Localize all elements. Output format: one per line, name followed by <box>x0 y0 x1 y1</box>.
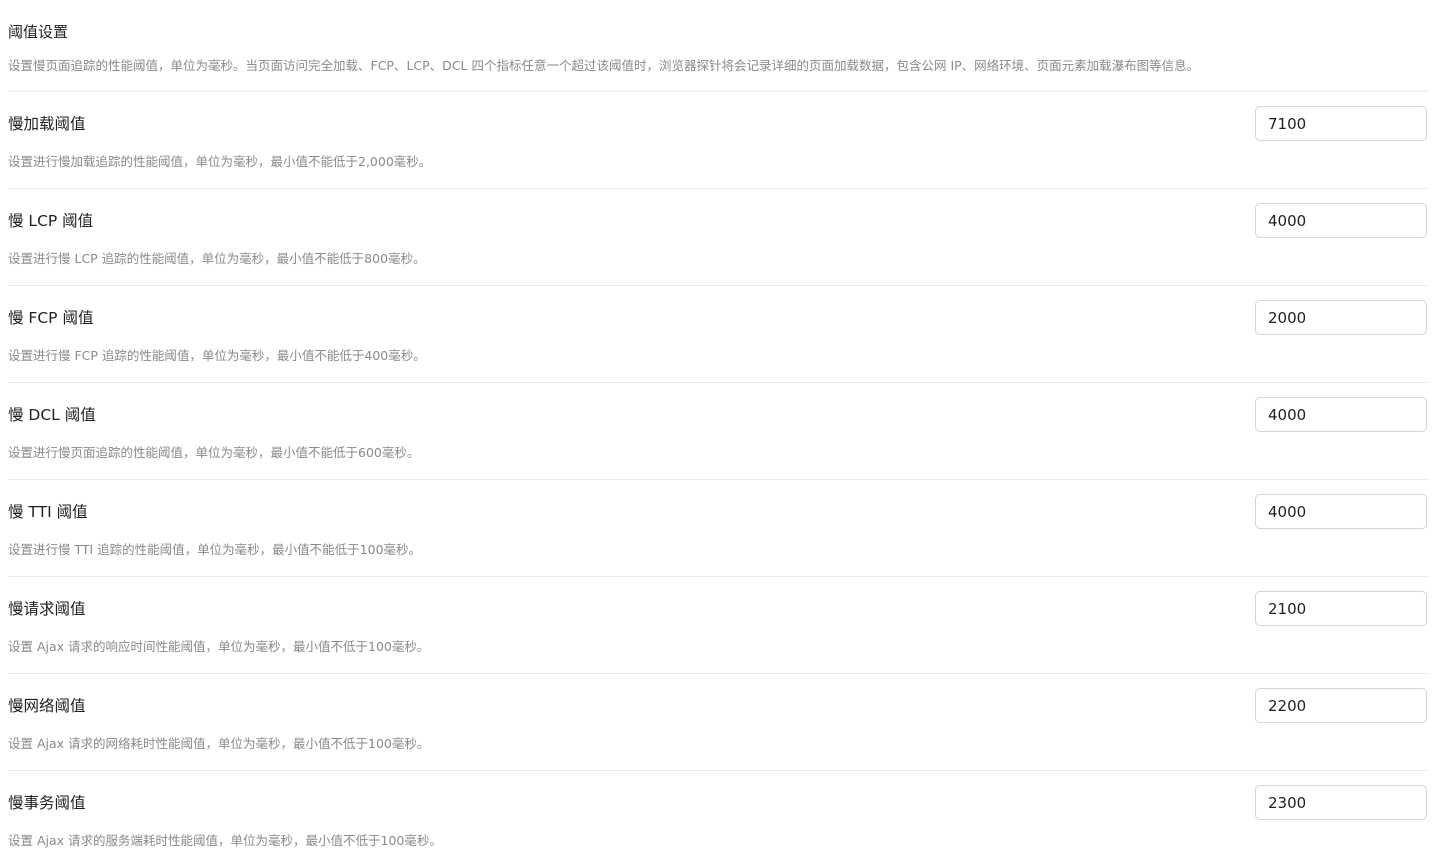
slow-request-threshold-input[interactable] <box>1255 591 1427 626</box>
slow-request-threshold-description: 设置 Ajax 请求的响应时间性能阈值，单位为毫秒，最小值不低于100毫秒。 <box>8 639 430 654</box>
slow-load-threshold-row: 慢加载阈值 设置进行慢加载追踪的性能阈值，单位为毫秒，最小值不能低于2,000毫… <box>8 92 1428 189</box>
slow-tti-threshold-row: 慢 TTI 阈值 设置进行慢 TTI 追踪的性能阈值，单位为毫秒，最小值不能低于… <box>8 480 1428 577</box>
slow-network-threshold-row: 慢网络阈值 设置 Ajax 请求的网络耗时性能阈值，单位为毫秒，最小值不低于10… <box>8 674 1428 771</box>
slow-dcl-threshold-input[interactable] <box>1255 397 1427 432</box>
section-description: 设置慢页面追踪的性能阈值，单位为毫秒。当页面访问完全加载、FCP、LCP、DCL… <box>8 58 1200 73</box>
slow-network-threshold-description: 设置 Ajax 请求的网络耗时性能阈值，单位为毫秒，最小值不低于100毫秒。 <box>8 736 430 751</box>
slow-request-threshold-row: 慢请求阈值 设置 Ajax 请求的响应时间性能阈值，单位为毫秒，最小值不低于10… <box>8 577 1428 674</box>
slow-transaction-threshold-row: 慢事务阈值 设置 Ajax 请求的服务端耗时性能阈值，单位为毫秒，最小值不低于1… <box>8 771 1428 868</box>
slow-dcl-threshold-label: 慢 DCL 阈值 <box>8 406 96 424</box>
slow-transaction-threshold-input[interactable] <box>1255 785 1427 820</box>
slow-dcl-threshold-row: 慢 DCL 阈值 设置进行慢页面追踪的性能阈值，单位为毫秒，最小值不能低于600… <box>8 383 1428 480</box>
slow-load-threshold-label: 慢加载阈值 <box>8 115 86 133</box>
threshold-settings-header: 阈值设置 设置慢页面追踪的性能阈值，单位为毫秒。当页面访问完全加载、FCP、LC… <box>8 0 1428 92</box>
slow-network-threshold-label: 慢网络阈值 <box>8 697 86 715</box>
slow-network-threshold-input[interactable] <box>1255 688 1427 723</box>
slow-fcp-threshold-row: 慢 FCP 阈值 设置进行慢 FCP 追踪的性能阈值，单位为毫秒，最小值不能低于… <box>8 286 1428 383</box>
slow-request-threshold-label: 慢请求阈值 <box>8 600 86 618</box>
slow-load-threshold-description: 设置进行慢加载追踪的性能阈值，单位为毫秒，最小值不能低于2,000毫秒。 <box>8 154 432 169</box>
slow-transaction-threshold-label: 慢事务阈值 <box>8 794 86 812</box>
slow-lcp-threshold-description: 设置进行慢 LCP 追踪的性能阈值，单位为毫秒，最小值不能低于800毫秒。 <box>8 251 426 266</box>
slow-tti-threshold-input[interactable] <box>1255 494 1427 529</box>
slow-lcp-threshold-row: 慢 LCP 阈值 设置进行慢 LCP 追踪的性能阈值，单位为毫秒，最小值不能低于… <box>8 189 1428 286</box>
slow-transaction-threshold-description: 设置 Ajax 请求的服务端耗时性能阈值，单位为毫秒，最小值不低于100毫秒。 <box>8 833 442 848</box>
slow-fcp-threshold-input[interactable] <box>1255 300 1427 335</box>
slow-fcp-threshold-label: 慢 FCP 阈值 <box>8 309 94 327</box>
slow-lcp-threshold-input[interactable] <box>1255 203 1427 238</box>
slow-tti-threshold-description: 设置进行慢 TTI 追踪的性能阈值，单位为毫秒，最小值不能低于100毫秒。 <box>8 542 422 557</box>
slow-load-threshold-input[interactable] <box>1255 106 1427 141</box>
slow-dcl-threshold-description: 设置进行慢页面追踪的性能阈值，单位为毫秒，最小值不能低于600毫秒。 <box>8 445 420 460</box>
threshold-settings-page: 阈值设置 设置慢页面追踪的性能阈值，单位为毫秒。当页面访问完全加载、FCP、LC… <box>0 0 1440 866</box>
slow-lcp-threshold-label: 慢 LCP 阈值 <box>8 212 94 230</box>
slow-tti-threshold-label: 慢 TTI 阈值 <box>8 503 88 521</box>
slow-fcp-threshold-description: 设置进行慢 FCP 追踪的性能阈值，单位为毫秒，最小值不能低于400毫秒。 <box>8 348 426 363</box>
section-title: 阈值设置 <box>8 23 69 41</box>
